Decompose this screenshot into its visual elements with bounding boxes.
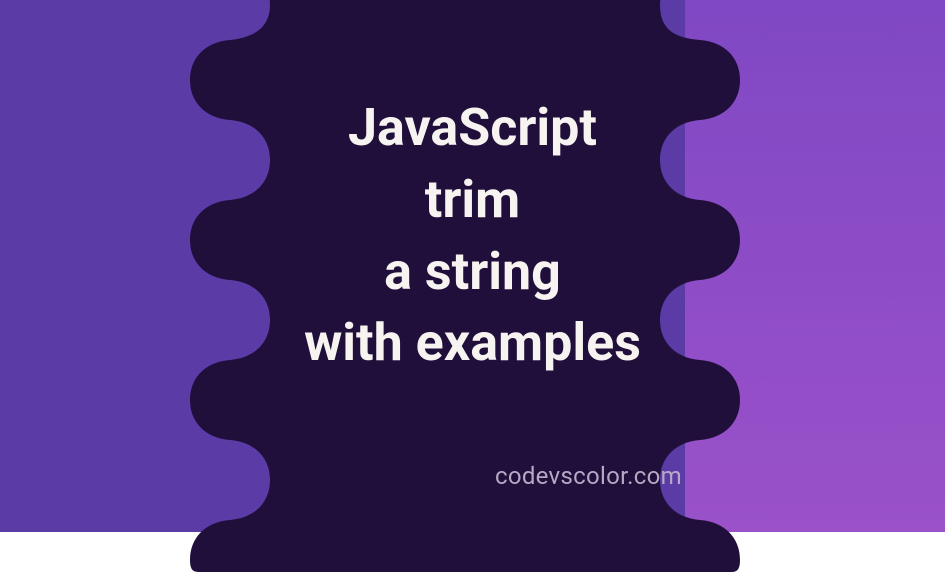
title-block: JavaScript trim a string with examples bbox=[0, 92, 945, 379]
banner-canvas: JavaScript trim a string with examples c… bbox=[0, 0, 945, 532]
title-line-1: JavaScript bbox=[0, 92, 945, 164]
title-line-3: a string bbox=[0, 236, 945, 308]
title-line-2: trim bbox=[0, 164, 945, 236]
watermark-text: codevscolor.com bbox=[495, 462, 682, 490]
title-line-4: with examples bbox=[0, 307, 945, 379]
